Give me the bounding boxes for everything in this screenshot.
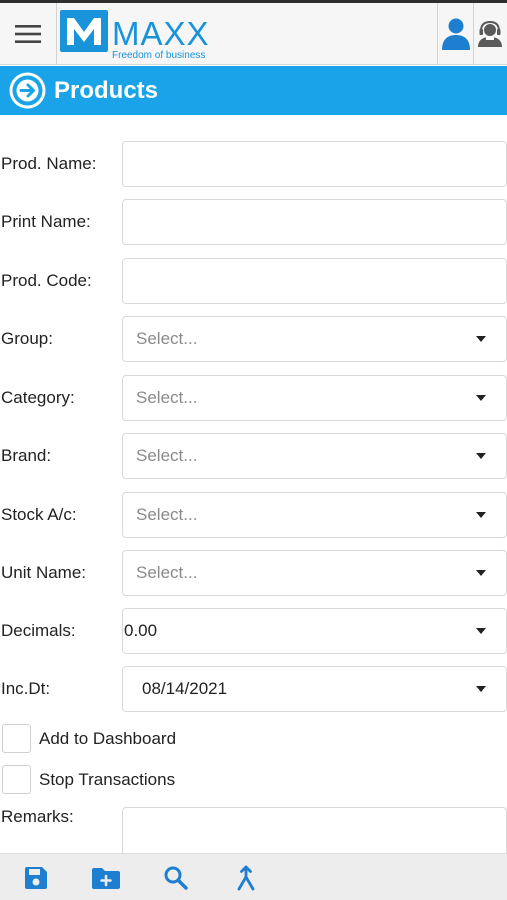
- brand-row: Brand: Select...: [0, 433, 507, 479]
- stock-ac-select[interactable]: Select...: [122, 492, 507, 538]
- inc-dt-value: 08/14/2021: [142, 679, 228, 698]
- decimals-select[interactable]: 0.00: [122, 608, 507, 654]
- search-button[interactable]: [151, 854, 201, 900]
- caret-down-icon: [476, 453, 486, 459]
- caret-down-icon: [476, 628, 486, 634]
- bottom-toolbar: [0, 853, 507, 900]
- stock-ac-row: Stock A/c: Select...: [0, 492, 507, 538]
- add-folder-button[interactable]: [81, 854, 131, 900]
- prod-name-label: Prod. Name:: [1, 154, 97, 173]
- prod-name-input[interactable]: [122, 141, 507, 187]
- unit-name-placeholder: Select...: [136, 563, 198, 582]
- merge-button[interactable]: [221, 854, 271, 900]
- print-name-label: Print Name:: [1, 212, 91, 231]
- caret-down-icon: [476, 570, 486, 576]
- app-header: MAXX Freedom of business: [0, 3, 507, 65]
- menu-button[interactable]: [0, 3, 56, 65]
- print-name-input[interactable]: [122, 199, 507, 245]
- prod-code-input[interactable]: [122, 258, 507, 304]
- stop-transactions-label[interactable]: Stop Transactions: [39, 765, 175, 794]
- support-agent-icon: [478, 20, 502, 47]
- hamburger-icon: [15, 25, 41, 43]
- caret-down-icon: [476, 336, 486, 342]
- stop-transactions-row: Stop Transactions: [0, 765, 300, 795]
- merge-icon: [237, 865, 255, 890]
- user-profile-button[interactable]: [438, 3, 473, 65]
- prod-code-row: Prod. Code:: [0, 258, 507, 304]
- remarks-label: Remarks:: [1, 807, 74, 826]
- prod-name-row: Prod. Name:: [0, 141, 507, 187]
- save-icon: [25, 866, 47, 889]
- logo-wordmark: MAXX: [112, 15, 210, 52]
- group-placeholder: Select...: [136, 329, 198, 348]
- user-icon: [441, 18, 470, 50]
- add-to-dashboard-checkbox[interactable]: [2, 724, 31, 753]
- inc-dt-row: Inc.Dt: 08/14/2021: [0, 666, 507, 712]
- logo-mark: [60, 10, 108, 52]
- inc-dt-label: Inc.Dt:: [1, 679, 51, 698]
- caret-down-icon: [476, 395, 486, 401]
- brand-select[interactable]: Select...: [122, 433, 507, 479]
- print-name-row: Print Name:: [0, 199, 507, 245]
- arrow-circle-right-icon[interactable]: [9, 72, 46, 109]
- group-select[interactable]: Select...: [122, 316, 507, 362]
- brand-placeholder: Select...: [136, 446, 198, 465]
- header-divider: [56, 3, 57, 65]
- decimals-row: Decimals: 0.00: [0, 608, 507, 654]
- add-to-dashboard-label[interactable]: Add to Dashboard: [39, 724, 176, 753]
- prod-code-label: Prod. Code:: [1, 271, 92, 290]
- brand-label: Brand:: [1, 446, 52, 465]
- group-row: Group: Select...: [0, 316, 507, 362]
- caret-down-icon: [476, 512, 486, 518]
- page-title: Products: [54, 76, 159, 104]
- decimals-value: 0.00: [124, 621, 158, 640]
- logo-tagline: Freedom of business: [112, 50, 206, 61]
- category-placeholder: Select...: [136, 388, 198, 407]
- stock-ac-label: Stock A/c:: [1, 505, 77, 524]
- save-button[interactable]: [11, 854, 61, 900]
- page-title-bar: Products: [0, 66, 507, 115]
- maxx-logo: MAXX Freedom of business: [60, 7, 235, 63]
- unit-name-label: Unit Name:: [1, 563, 87, 582]
- folder-add-icon: [92, 867, 120, 889]
- inc-dt-picker[interactable]: 08/14/2021: [122, 666, 507, 712]
- unit-name-row: Unit Name: Select...: [0, 550, 507, 596]
- stock-ac-placeholder: Select...: [136, 505, 198, 524]
- decimals-label: Decimals:: [1, 621, 76, 640]
- group-label: Group:: [1, 329, 53, 348]
- support-button[interactable]: [473, 3, 507, 65]
- category-select[interactable]: Select...: [122, 375, 507, 421]
- stop-transactions-checkbox[interactable]: [2, 765, 31, 794]
- category-label: Category:: [1, 388, 75, 407]
- search-icon: [164, 866, 188, 890]
- caret-down-icon: [476, 686, 486, 692]
- add-to-dashboard-row: Add to Dashboard: [0, 724, 300, 754]
- category-row: Category: Select...: [0, 375, 507, 421]
- unit-name-select[interactable]: Select...: [122, 550, 507, 596]
